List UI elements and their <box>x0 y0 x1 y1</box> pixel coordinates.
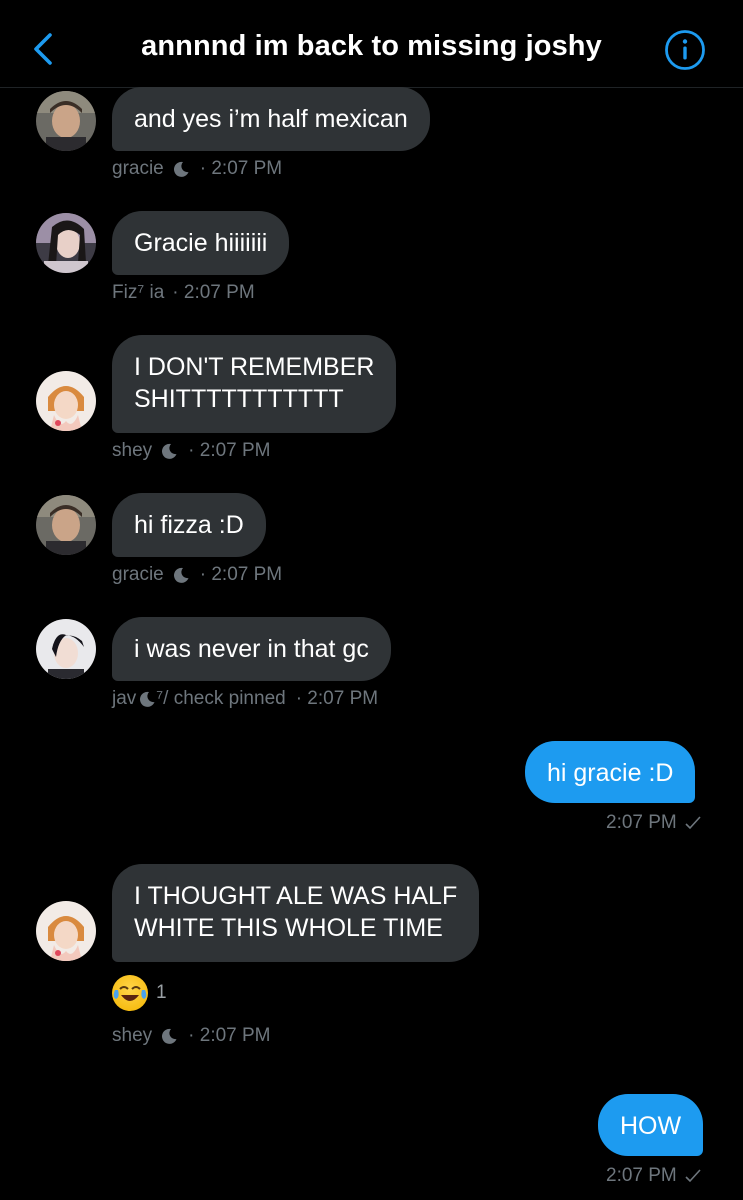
avatar[interactable] <box>36 495 96 555</box>
message-bubble[interactable]: and yes i’m half mexican <box>112 87 430 151</box>
sender-name: gracie <box>112 158 164 179</box>
avatar[interactable] <box>36 91 96 151</box>
message-bubble[interactable]: i was never in that gc <box>112 617 391 681</box>
message-line: I THOUGHT ALE WAS HALF <box>134 882 458 910</box>
checkmark-icon <box>685 1169 701 1183</box>
conversation-header: annnnd im back to missing joshy <box>0 0 743 88</box>
timestamp: · 2:07 PM <box>188 440 271 461</box>
message-meta: 2:07 PM <box>606 812 701 834</box>
sender-name: jav <box>112 688 137 709</box>
message-bubble[interactable]: hi fizza :D <box>112 493 266 557</box>
moon-icon <box>162 443 177 459</box>
info-icon[interactable] <box>664 29 706 71</box>
message-meta: shey · 2:07 PM <box>112 440 271 462</box>
moon-icon <box>173 567 189 583</box>
tears-of-joy-emoji-icon <box>112 975 148 1011</box>
message-bubble[interactable]: I DON'T REMEMBER SHITTTTTTTTTTT <box>112 335 397 433</box>
message-bubble-outgoing[interactable]: HOW <box>598 1094 704 1156</box>
avatar[interactable] <box>36 619 96 679</box>
avatar[interactable] <box>36 371 96 431</box>
sender-name: Fiz⁷ ia <box>112 282 165 303</box>
timestamp: · 2:07 PM <box>199 564 283 585</box>
message-line: WHITE THIS WHOLE TIME <box>134 914 443 942</box>
message-meta: 2:07 PM <box>606 1165 701 1187</box>
sender-name-suffix: ⁷/ check pinned <box>156 688 286 709</box>
sender-name: gracie <box>112 564 164 585</box>
message-meta: shey · 2:07 PM <box>112 1025 271 1047</box>
message-bubble-outgoing[interactable]: hi gracie :D <box>525 741 696 803</box>
message-bubble[interactable]: I THOUGHT ALE WAS HALF WHITE THIS WHOLE … <box>112 864 480 962</box>
checkmark-icon <box>685 816 701 830</box>
timestamp: · 2:07 PM <box>172 282 255 303</box>
sender-name: shey <box>112 1025 153 1046</box>
message-meta: jav ⁷/ check pinned · 2:07 PM <box>112 688 378 710</box>
message-meta: Fiz⁷ ia · 2:07 PM <box>112 282 255 304</box>
message-meta: gracie · 2:07 PM <box>112 158 282 180</box>
reaction[interactable]: 1 <box>112 975 167 1011</box>
timestamp: 2:07 PM <box>606 812 677 833</box>
moon-icon <box>173 161 189 177</box>
timestamp: · 2:07 PM <box>295 688 379 709</box>
message-line: I DON'T REMEMBER <box>134 353 375 381</box>
timestamp: 2:07 PM <box>606 1165 677 1186</box>
avatar[interactable] <box>36 213 96 273</box>
message-bubble[interactable]: Gracie hiiiiiii <box>112 211 290 275</box>
sender-name: shey <box>112 440 153 461</box>
moon-icon <box>140 691 155 707</box>
moon-icon <box>162 1028 177 1044</box>
reaction-count: 1 <box>156 982 167 1003</box>
timestamp: · 2:07 PM <box>199 158 283 179</box>
message-line: SHITTTTTTTTTTT <box>134 385 344 413</box>
message-meta: gracie · 2:07 PM <box>112 564 282 586</box>
avatar[interactable] <box>36 901 96 961</box>
conversation-title[interactable]: annnnd im back to missing joshy <box>0 30 743 63</box>
timestamp: · 2:07 PM <box>188 1025 271 1046</box>
